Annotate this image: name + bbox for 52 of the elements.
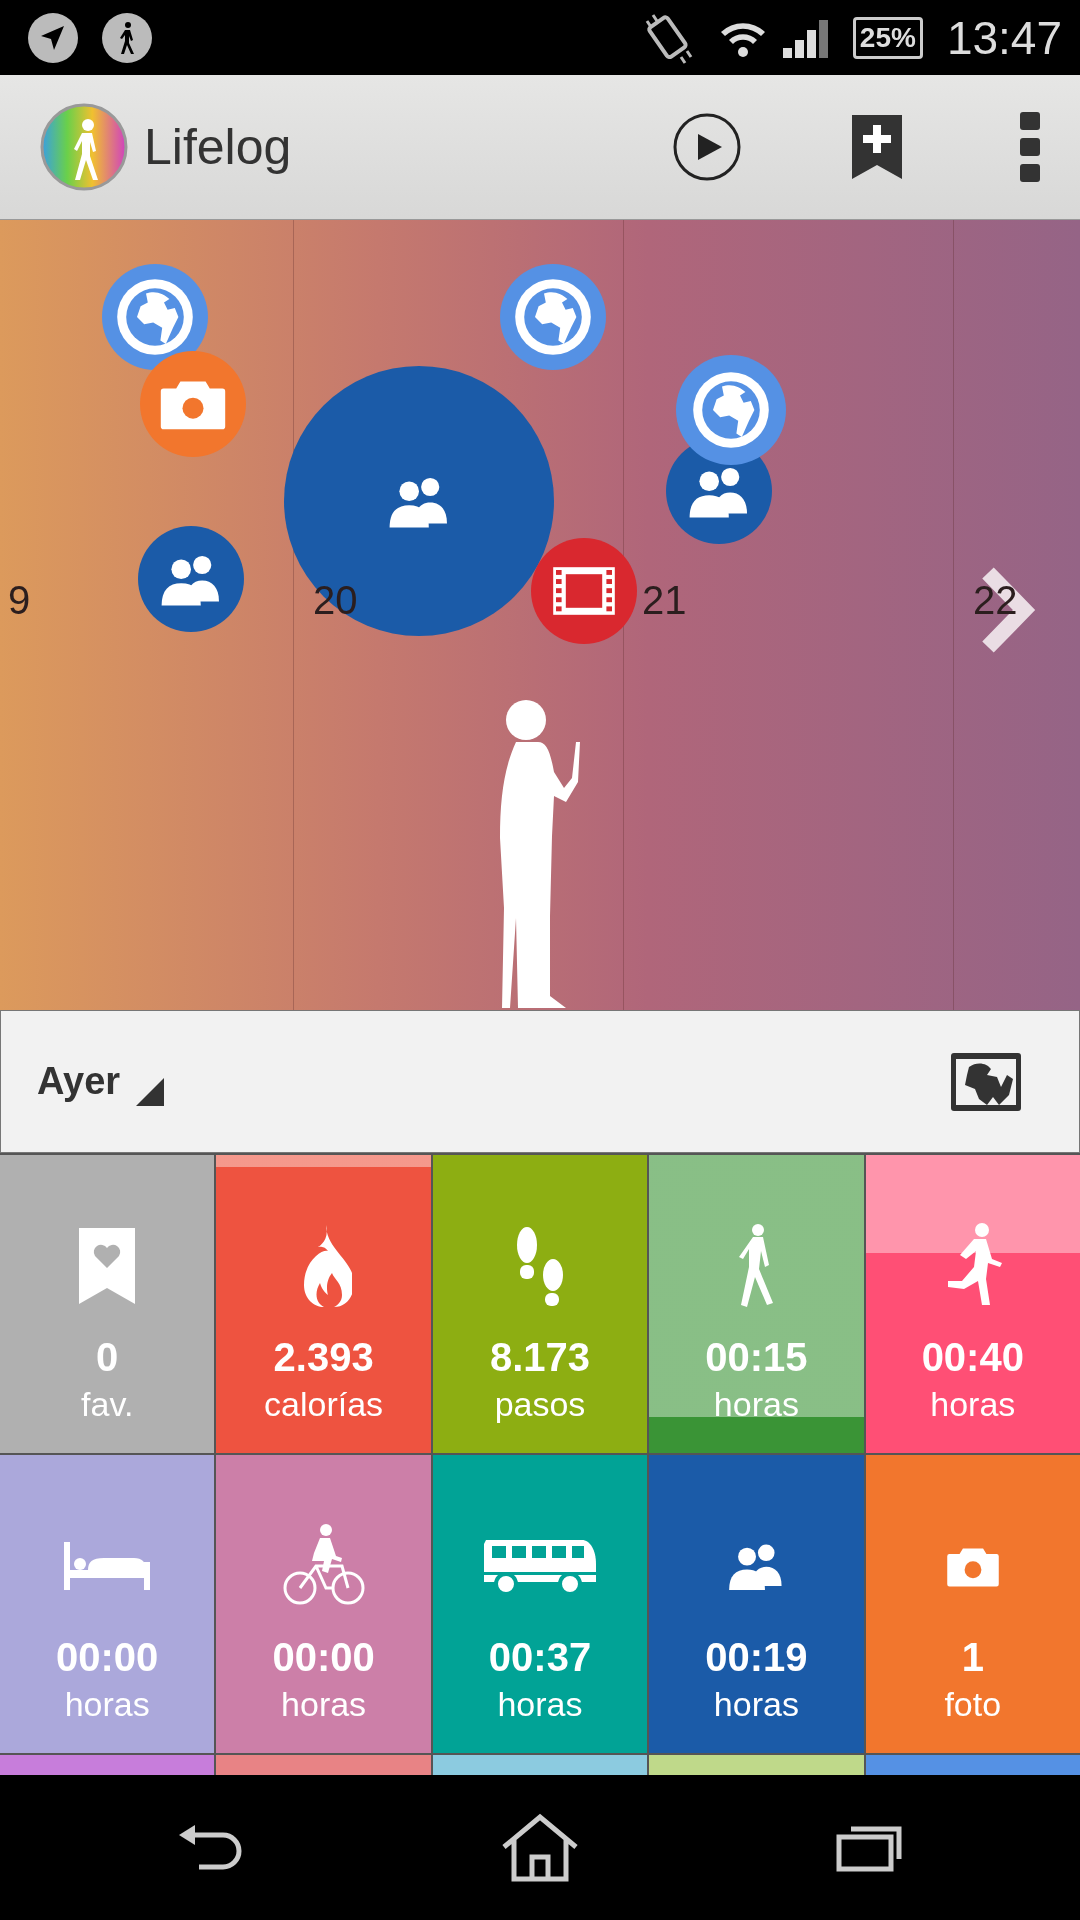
home-icon bbox=[500, 1812, 580, 1883]
bed-icon bbox=[64, 1542, 151, 1590]
stat-unit: horas bbox=[497, 1687, 583, 1721]
stat-unit: horas bbox=[281, 1687, 367, 1721]
app-title: Lifelog bbox=[144, 117, 293, 177]
stat-value: 00:00 bbox=[272, 1637, 375, 1677]
stat-unit: horas bbox=[713, 1387, 799, 1421]
clock: 13:47 bbox=[946, 14, 1062, 61]
signal-icon bbox=[782, 17, 829, 58]
battery-indicator: 25% bbox=[852, 16, 923, 59]
app-logo-icon[interactable] bbox=[40, 103, 128, 191]
stat-tile[interactable]: 2.393 calorías bbox=[216, 1155, 431, 1453]
stat-tile[interactable]: 00:15 horas bbox=[649, 1155, 864, 1453]
stat-unit: foto bbox=[944, 1687, 1002, 1721]
overflow-menu-icon[interactable] bbox=[1020, 112, 1040, 182]
stat-tile[interactable]: 0 fav. bbox=[0, 1155, 215, 1453]
stat-value: 1 bbox=[961, 1637, 984, 1677]
stat-value: 00:15 bbox=[705, 1337, 808, 1377]
stat-tile[interactable] bbox=[216, 1755, 431, 1775]
stat-unit: fav. bbox=[81, 1387, 134, 1421]
stat-value: 00:19 bbox=[705, 1637, 808, 1677]
stat-unit: horas bbox=[713, 1687, 799, 1721]
stat-tile[interactable]: 00:37 horas bbox=[432, 1455, 648, 1753]
stat-value: 2.393 bbox=[273, 1337, 374, 1377]
day-label: 9 bbox=[8, 580, 31, 620]
stat-tile[interactable]: 1 foto bbox=[865, 1455, 1080, 1753]
stat-unit: calorías bbox=[264, 1387, 384, 1421]
stat-unit: horas bbox=[64, 1687, 150, 1721]
stat-tile[interactable]: 00:00 horas bbox=[0, 1455, 215, 1753]
walking-person-icon bbox=[102, 12, 152, 63]
map-icon[interactable] bbox=[951, 1052, 1021, 1111]
stat-value: 00:37 bbox=[488, 1637, 592, 1677]
stat-value: 0 bbox=[96, 1337, 119, 1377]
stat-value: 8.173 bbox=[489, 1337, 591, 1377]
stat-tile[interactable]: 00:40 horas bbox=[865, 1155, 1080, 1453]
stat-unit: horas bbox=[930, 1387, 1016, 1421]
stat-tile[interactable] bbox=[432, 1755, 648, 1775]
bookmark-heart-icon bbox=[79, 1228, 136, 1304]
bookmark-add-icon[interactable] bbox=[852, 115, 902, 179]
stat-tile[interactable]: 00:00 horas bbox=[216, 1455, 431, 1753]
stat-value: 00:40 bbox=[921, 1337, 1024, 1377]
stat-tile[interactable] bbox=[865, 1755, 1080, 1775]
stat-unit: pasos bbox=[494, 1387, 586, 1421]
play-icon[interactable] bbox=[672, 112, 742, 182]
period-dropdown[interactable]: Ayer bbox=[37, 1053, 165, 1110]
day-label: 21 bbox=[642, 580, 687, 620]
stat-tile[interactable] bbox=[0, 1755, 215, 1775]
stat-tile[interactable]: 00:19 horas bbox=[649, 1455, 864, 1753]
stat-value: 00:00 bbox=[56, 1637, 159, 1677]
stat-tile[interactable]: 8.173 pasos bbox=[432, 1155, 648, 1453]
caret-icon bbox=[136, 1078, 165, 1106]
stat-tile[interactable] bbox=[649, 1755, 864, 1775]
